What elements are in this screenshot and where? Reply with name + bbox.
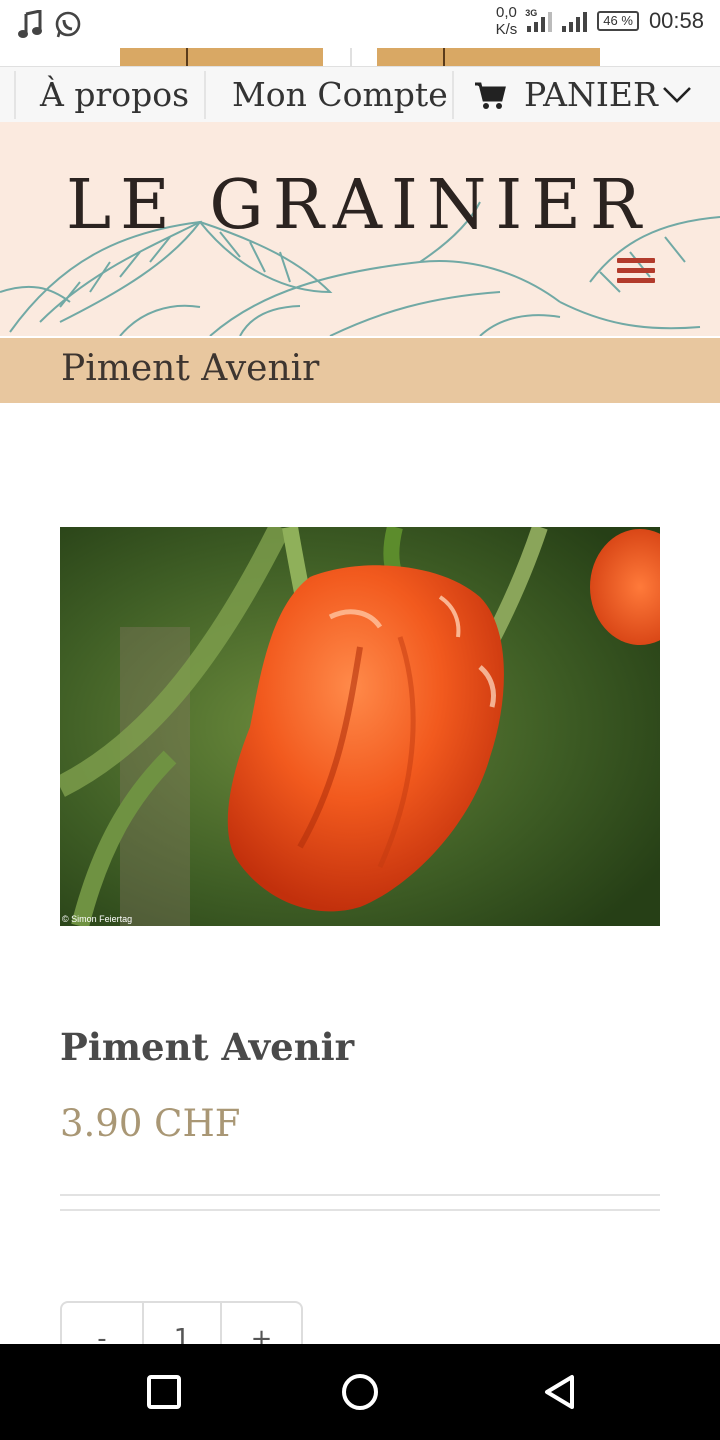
android-nav-bar <box>0 1344 720 1440</box>
status-bar: 0,0 K/s 3G 46 % 00:58 <box>0 0 720 48</box>
net-speed: 0,0 K/s <box>496 4 518 38</box>
music-note-icon <box>18 10 42 38</box>
status-left <box>18 10 82 40</box>
back-icon[interactable] <box>540 1372 580 1412</box>
net-speed-value: 0,0 <box>496 4 517 21</box>
nav-separator <box>14 71 16 119</box>
nav-separator <box>452 71 454 119</box>
top-divider <box>350 48 352 66</box>
divider <box>60 1209 660 1211</box>
nav-account-link[interactable]: Mon Compte <box>232 67 448 123</box>
pepper-photo <box>60 527 660 926</box>
product-title: Piment Avenir <box>60 1025 355 1069</box>
cart-label: PANIER <box>524 75 658 114</box>
product-price: 3.90 CHF <box>60 1102 241 1145</box>
battery-icon: 46 % <box>597 11 639 31</box>
site-header: LE GRAINIER <box>0 122 720 336</box>
site-logo[interactable]: LE GRAINIER <box>66 166 656 246</box>
nav-cart-button[interactable]: PANIER <box>474 67 720 123</box>
top-nav: À propos Mon Compte PANIER <box>0 66 720 124</box>
cart-icon <box>475 82 506 109</box>
status-right: 0,0 K/s 3G 46 % 00:58 <box>496 4 704 38</box>
home-icon[interactable] <box>340 1372 380 1412</box>
nav-separator <box>204 71 206 119</box>
battery-level: 46 % <box>603 13 633 28</box>
net-speed-unit: K/s <box>495 21 518 38</box>
signal-icon-2 <box>562 10 588 32</box>
chevron-down-icon[interactable] <box>662 86 692 104</box>
page-title: Piment Avenir <box>61 348 320 389</box>
network-type: 3G <box>525 8 538 18</box>
nav-about-link[interactable]: À propos <box>40 67 189 123</box>
whatsapp-icon <box>55 11 81 38</box>
product-image[interactable]: © Simon Feiertag <box>60 527 660 926</box>
signal-1: 3G <box>525 8 553 32</box>
top-tab-fragment-2[interactable] <box>377 48 600 66</box>
divider <box>60 1194 660 1196</box>
page-title-band: Piment Avenir <box>0 338 720 403</box>
recent-apps-icon[interactable] <box>144 1372 184 1412</box>
hamburger-menu-icon[interactable] <box>617 258 655 290</box>
image-credit: © Simon Feiertag <box>62 914 133 924</box>
top-tab-fragment-1[interactable] <box>120 48 323 66</box>
clock: 00:58 <box>648 8 704 33</box>
